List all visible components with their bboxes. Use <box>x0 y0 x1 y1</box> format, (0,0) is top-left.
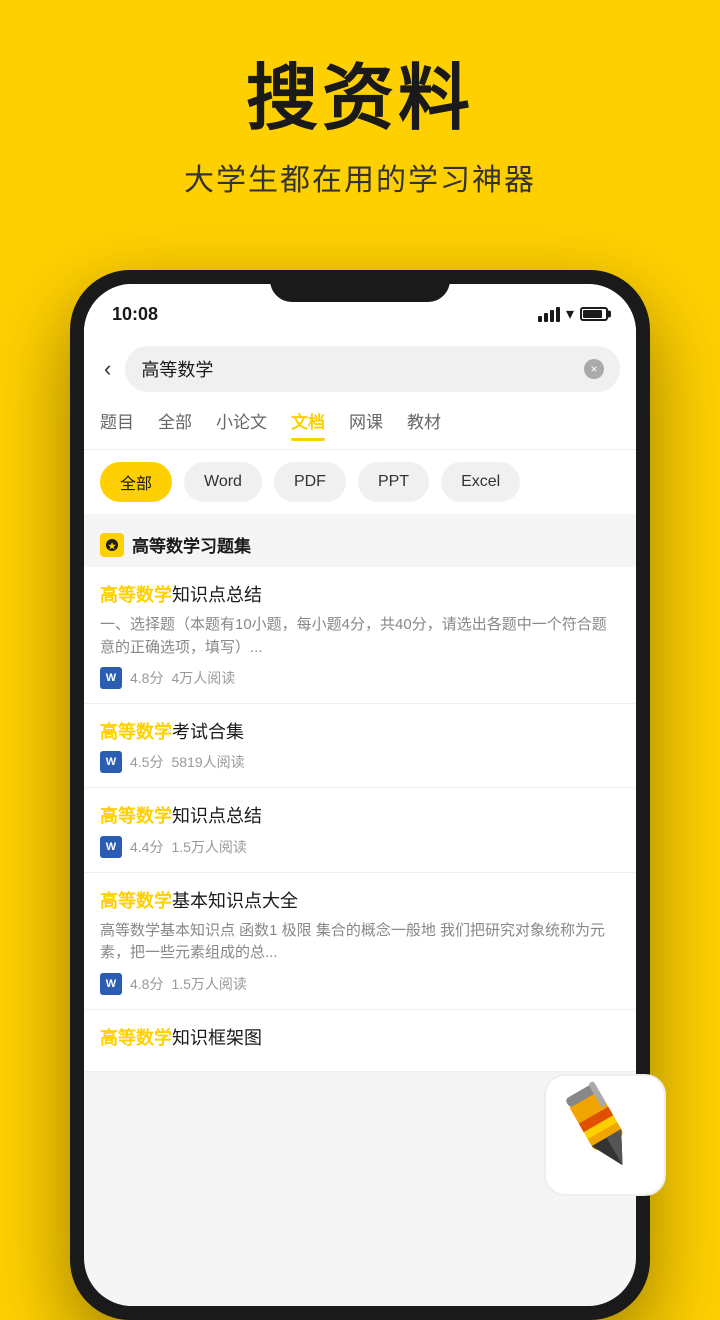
tab-course[interactable]: 网课 <box>349 408 383 437</box>
result-title: 高等数学基本知识点大全 <box>100 889 620 914</box>
back-button[interactable]: ‹ <box>100 352 115 386</box>
word-icon: W <box>100 751 122 773</box>
phone-mockup: 10:08 ▾ ‹ 高等数学 <box>70 270 650 1320</box>
result-item[interactable]: 高等数学知识点总结 一、选择题（本题有10小题，每小题4分，共40分，请选出各题… <box>84 567 636 704</box>
filter-pdf[interactable]: PDF <box>274 462 346 502</box>
result-meta: W 4.5分 5819人阅读 <box>100 751 620 773</box>
filter-row: 全部 Word PDF PPT Excel <box>84 450 636 514</box>
tab-document[interactable]: 文档 <box>291 408 325 437</box>
clear-button[interactable]: × <box>584 359 604 379</box>
result-reads: 1.5万人阅读 <box>171 837 246 857</box>
filter-all[interactable]: 全部 <box>100 462 172 502</box>
word-icon: W <box>100 836 122 858</box>
svg-text:★: ★ <box>108 541 117 551</box>
search-query: 高等数学 <box>141 356 213 382</box>
wifi-icon: ▾ <box>566 304 574 324</box>
filter-word[interactable]: Word <box>184 462 262 502</box>
result-score: 4.5分 <box>130 752 163 772</box>
result-description: 高等数学基本知识点 函数1 极限 集合的概念一般地 我们把研究对象统称为元素，把… <box>100 920 620 965</box>
status-icons: ▾ <box>538 304 608 324</box>
result-item[interactable]: 高等数学知识框架图 <box>84 1010 636 1072</box>
section-header: ★ 高等数学习题集 <box>84 522 636 567</box>
result-item[interactable]: 高等数学考试合集 W 4.5分 5819人阅读 <box>84 704 636 788</box>
result-reads: 1.5万人阅读 <box>171 974 246 994</box>
tab-navigation: 题目 全部 小论文 文档 网课 教材 <box>84 400 636 450</box>
tab-all[interactable]: 全部 <box>158 408 192 437</box>
battery-icon <box>580 307 608 321</box>
result-item[interactable]: 高等数学知识点总结 W 4.4分 1.5万人阅读 <box>84 788 636 872</box>
section-icon: ★ <box>100 533 124 557</box>
word-icon: W <box>100 667 122 689</box>
hero-section: 搜资料 大学生都在用的学习神器 <box>0 0 720 229</box>
result-score: 4.8分 <box>130 668 163 688</box>
status-time: 10:08 <box>112 304 158 325</box>
result-score: 4.4分 <box>130 837 163 857</box>
result-item[interactable]: 高等数学基本知识点大全 高等数学基本知识点 函数1 极限 集合的概念一般地 我们… <box>84 873 636 1010</box>
result-title: 高等数学考试合集 <box>100 720 620 745</box>
main-title: 搜资料 <box>0 60 720 139</box>
filter-ppt[interactable]: PPT <box>358 462 429 502</box>
result-description: 一、选择题（本题有10小题，每小题4分，共40分，请选出各题中一个符合题意的正确… <box>100 614 620 659</box>
result-score: 4.8分 <box>130 974 163 994</box>
phone-notch <box>270 270 450 302</box>
tab-questions[interactable]: 题目 <box>100 408 134 437</box>
search-area: ‹ 高等数学 × <box>84 334 636 400</box>
result-reads: 4万人阅读 <box>171 668 235 688</box>
word-icon: W <box>100 973 122 995</box>
search-bar[interactable]: 高等数学 × <box>125 346 620 392</box>
tab-textbook[interactable]: 教材 <box>407 408 441 437</box>
signal-icon <box>538 307 560 322</box>
result-meta: W 4.8分 4万人阅读 <box>100 667 620 689</box>
result-title: 高等数学知识框架图 <box>100 1026 620 1051</box>
result-meta: W 4.8分 1.5万人阅读 <box>100 973 620 995</box>
result-title: 高等数学知识点总结 <box>100 583 620 608</box>
results-list: 高等数学知识点总结 一、选择题（本题有10小题，每小题4分，共40分，请选出各题… <box>84 567 636 1072</box>
result-title: 高等数学知识点总结 <box>100 804 620 829</box>
result-reads: 5819人阅读 <box>171 752 244 772</box>
pen-sticker <box>540 1070 670 1200</box>
result-meta: W 4.4分 1.5万人阅读 <box>100 836 620 858</box>
subtitle: 大学生都在用的学习神器 <box>0 155 720 199</box>
section-title: 高等数学习题集 <box>132 532 251 557</box>
filter-excel[interactable]: Excel <box>441 462 520 502</box>
tab-paper[interactable]: 小论文 <box>216 408 267 437</box>
